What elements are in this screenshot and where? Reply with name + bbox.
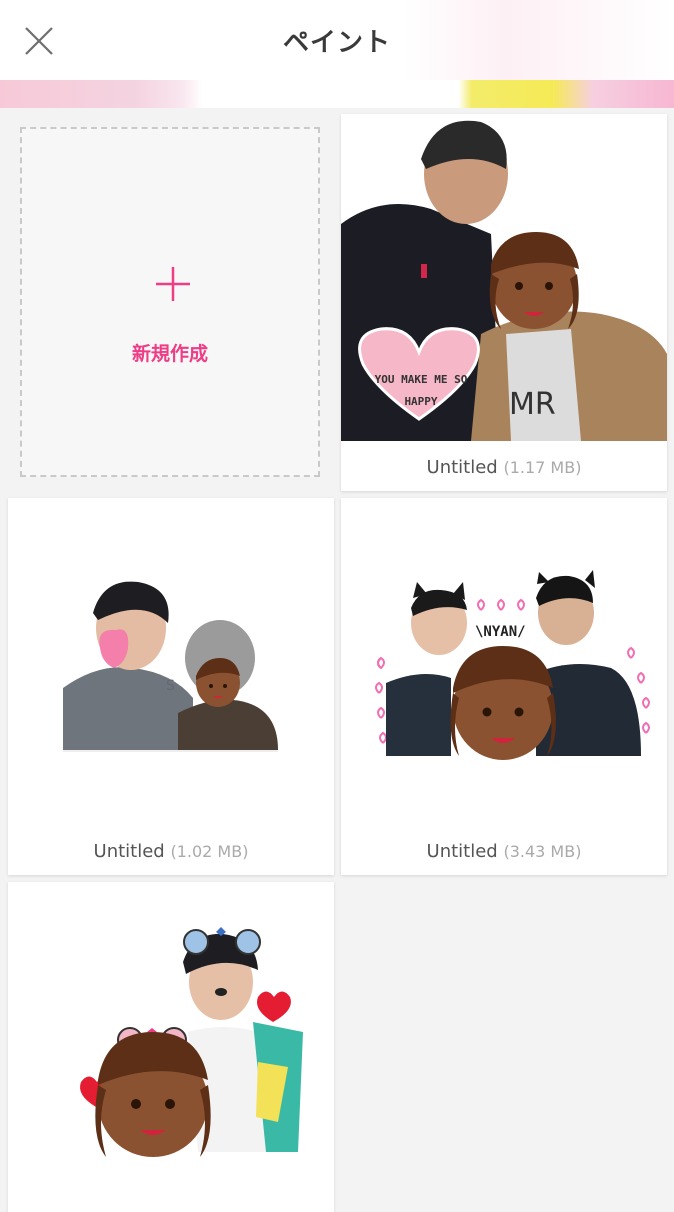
header-bar: ペイント <box>0 0 674 81</box>
page-title: ペイント <box>282 28 391 58</box>
paint-item-card[interactable]: S Untitled (1.02 MB) <box>8 498 334 875</box>
item-name: Untitled <box>93 841 165 862</box>
plus-icon <box>154 265 192 303</box>
paint-thumbnail: \NYAN/ <box>341 498 667 825</box>
paint-thumbnail: S <box>8 498 334 825</box>
item-caption: Untitled (3.43 MB) <box>341 841 667 862</box>
sticker-text: YOU MAKE ME SO HAPPY <box>374 373 468 408</box>
paint-thumbnail: MR YOU MAKE ME SO HAPPY <box>341 114 667 441</box>
item-name: Untitled <box>426 457 498 478</box>
item-caption: Untitled (1.17 MB) <box>341 457 667 478</box>
svg-text:S: S <box>166 678 175 694</box>
paint-thumbnail <box>8 882 334 1200</box>
sticker-text: \NYAN/ <box>475 624 526 640</box>
paint-item-card[interactable] <box>8 882 334 1212</box>
item-size: (1.17 MB) <box>503 458 582 477</box>
paint-item-card[interactable]: MR YOU MAKE ME SO HAPPY Untitled (1.17 M… <box>341 114 667 491</box>
new-paint-button[interactable]: 新規作成 <box>20 127 320 477</box>
svg-text:MR: MR <box>509 387 556 422</box>
item-name: Untitled <box>426 841 498 862</box>
decorative-banner <box>0 80 674 108</box>
item-size: (3.43 MB) <box>503 842 582 861</box>
item-caption: Untitled (1.02 MB) <box>8 841 334 862</box>
item-size: (1.02 MB) <box>170 842 249 861</box>
paint-item-card[interactable]: \NYAN/ Untitled (3.43 MB) <box>341 498 667 875</box>
new-paint-label: 新規作成 <box>131 343 208 365</box>
